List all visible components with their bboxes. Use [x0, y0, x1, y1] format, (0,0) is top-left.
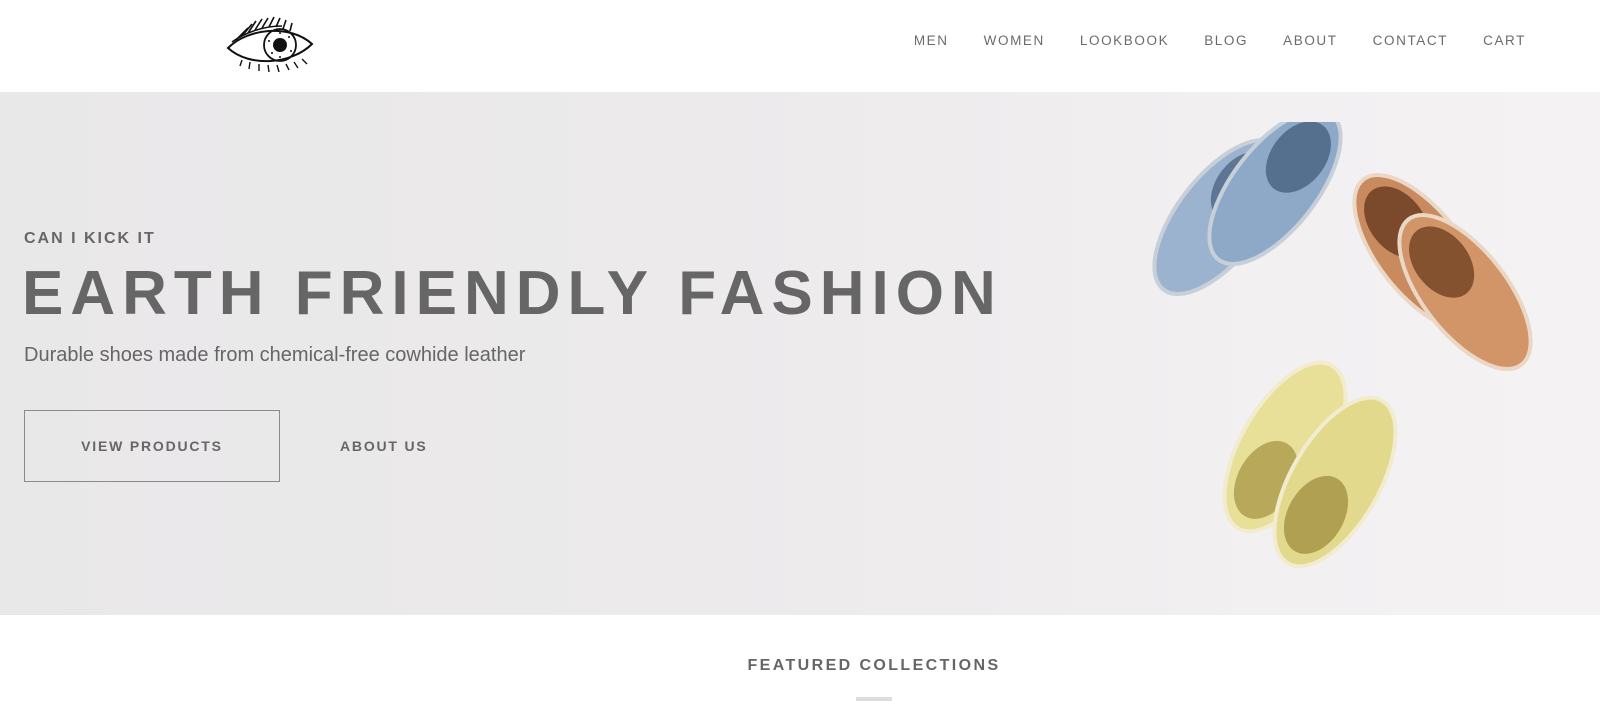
nav-lookbook[interactable]: LOOKBOOK [1080, 33, 1169, 49]
about-us-button[interactable]: ABOUT US [340, 410, 428, 482]
nav-about[interactable]: ABOUT [1283, 33, 1338, 49]
nav-blog[interactable]: BLOG [1204, 33, 1248, 49]
main-nav: MEN WOMEN LOOKBOOK BLOG ABOUT CONTACT CA… [914, 33, 1526, 49]
nav-contact[interactable]: CONTACT [1373, 33, 1448, 49]
section-divider [856, 697, 892, 701]
nav-men[interactable]: MEN [914, 33, 949, 49]
featured-collections-title: FEATURED COLLECTIONS [747, 657, 1001, 674]
hero-subtitle: Durable shoes made from chemical-free co… [24, 344, 526, 366]
nav-cart[interactable]: CART [1483, 33, 1526, 49]
view-products-button[interactable]: VIEW PRODUCTS [24, 410, 280, 482]
hero-kicker: CAN I KICK IT [24, 230, 156, 247]
nav-women[interactable]: WOMEN [984, 33, 1045, 49]
hero-title: EARTH FRIENDLY FASHION [22, 259, 1003, 328]
shoes-image [1100, 108, 1580, 592]
site-header: MEN WOMEN LOOKBOOK BLOG ABOUT CONTACT CA… [0, 0, 1600, 92]
hero-banner: CAN I KICK IT EARTH FRIENDLY FASHION Dur… [0, 92, 1600, 615]
eye-logo-icon[interactable] [222, 14, 316, 73]
